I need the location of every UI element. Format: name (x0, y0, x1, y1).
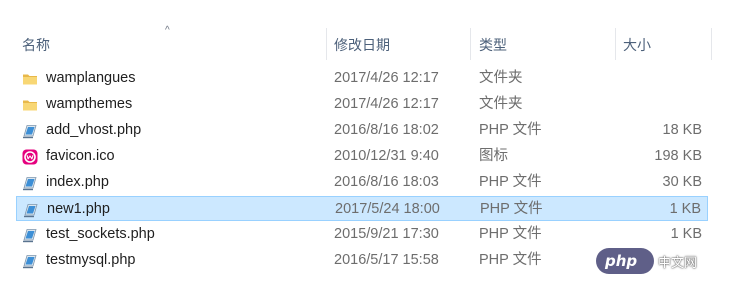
file-size: 1 KB (670, 226, 702, 242)
folder-icon (22, 71, 38, 87)
sort-indicator-icon: ^ (165, 25, 170, 36)
file-size: 18 KB (662, 122, 703, 138)
column-header-modified[interactable]: 修改日期 (334, 34, 390, 56)
file-type: PHP 文件 (479, 252, 542, 268)
file-modified-date: 2016/5/17 15:58 (334, 252, 439, 268)
file-name: wampthemes (46, 96, 133, 112)
watermark-logo: php 中文网 (596, 246, 724, 276)
php-file-icon (22, 253, 38, 269)
file-row[interactable]: favicon.ico 2010/12/31 9:40 图标 198 KB (16, 144, 708, 169)
file-type: PHP 文件 (479, 226, 542, 242)
file-modified-date: 2010/12/31 9:40 (334, 148, 439, 164)
file-type: 图标 (479, 148, 508, 164)
file-modified-date: 2016/8/16 18:03 (334, 174, 439, 190)
php-file-icon (22, 227, 38, 243)
column-divider[interactable] (711, 28, 712, 60)
column-header-size[interactable]: 大小 (623, 34, 651, 56)
file-modified-date: 2016/8/16 18:02 (334, 122, 439, 138)
column-divider[interactable] (615, 28, 616, 60)
file-size: 198 KB (654, 148, 702, 164)
column-divider[interactable] (470, 28, 471, 60)
file-size: 1 KB (669, 201, 701, 217)
column-header-name[interactable]: 名称 (22, 34, 50, 56)
file-modified-date: 2017/5/24 18:00 (335, 201, 440, 217)
file-name: testmysql.php (46, 252, 136, 268)
file-type: PHP 文件 (480, 201, 543, 217)
column-header-type[interactable]: 类型 (479, 34, 507, 56)
file-name: add_vhost.php (46, 122, 142, 138)
file-type: 文件夹 (479, 96, 523, 112)
column-divider[interactable] (326, 28, 327, 60)
file-row[interactable]: test_sockets.php 2015/9/21 17:30 PHP 文件 1 K… (16, 222, 708, 247)
watermark-site-text: 中文网 (658, 255, 698, 270)
file-type: PHP 文件 (479, 122, 542, 138)
file-modified-date: 2015/9/21 17:30 (334, 226, 439, 242)
file-name: favicon.ico (46, 148, 115, 164)
file-size: 30 KB (662, 174, 703, 190)
php-logo-icon: php (596, 248, 654, 274)
file-name: wamplangues (46, 70, 136, 86)
folder-icon (22, 97, 38, 113)
wamp-icon (22, 149, 38, 165)
file-modified-date: 2017/4/26 12:17 (334, 96, 439, 112)
file-name: test_sockets.php (46, 226, 155, 242)
file-type: 文件夹 (479, 70, 523, 86)
file-type: PHP 文件 (479, 174, 542, 190)
php-file-icon (23, 202, 39, 218)
file-name: new1.php (47, 201, 110, 217)
column-header: ^ 名称 修改日期 类型 大小 (0, 0, 730, 64)
file-row[interactable]: new1.php 2017/5/24 18:00 PHP 文件 1 KB (16, 196, 708, 221)
php-file-icon (22, 175, 38, 191)
file-row[interactable]: wampthemes 2017/4/26 12:17 文件夹 (16, 92, 708, 117)
file-row[interactable]: index.php 2016/8/16 18:03 PHP 文件 30 KB (16, 170, 708, 195)
file-row[interactable]: add_vhost.php 2016/8/16 18:02 PHP 文件 18 KB (16, 118, 708, 143)
file-name: index.php (46, 174, 109, 190)
file-modified-date: 2017/4/26 12:17 (334, 70, 439, 86)
file-row[interactable]: wamplangues 2017/4/26 12:17 文件夹 (16, 66, 708, 91)
php-file-icon (22, 123, 38, 139)
